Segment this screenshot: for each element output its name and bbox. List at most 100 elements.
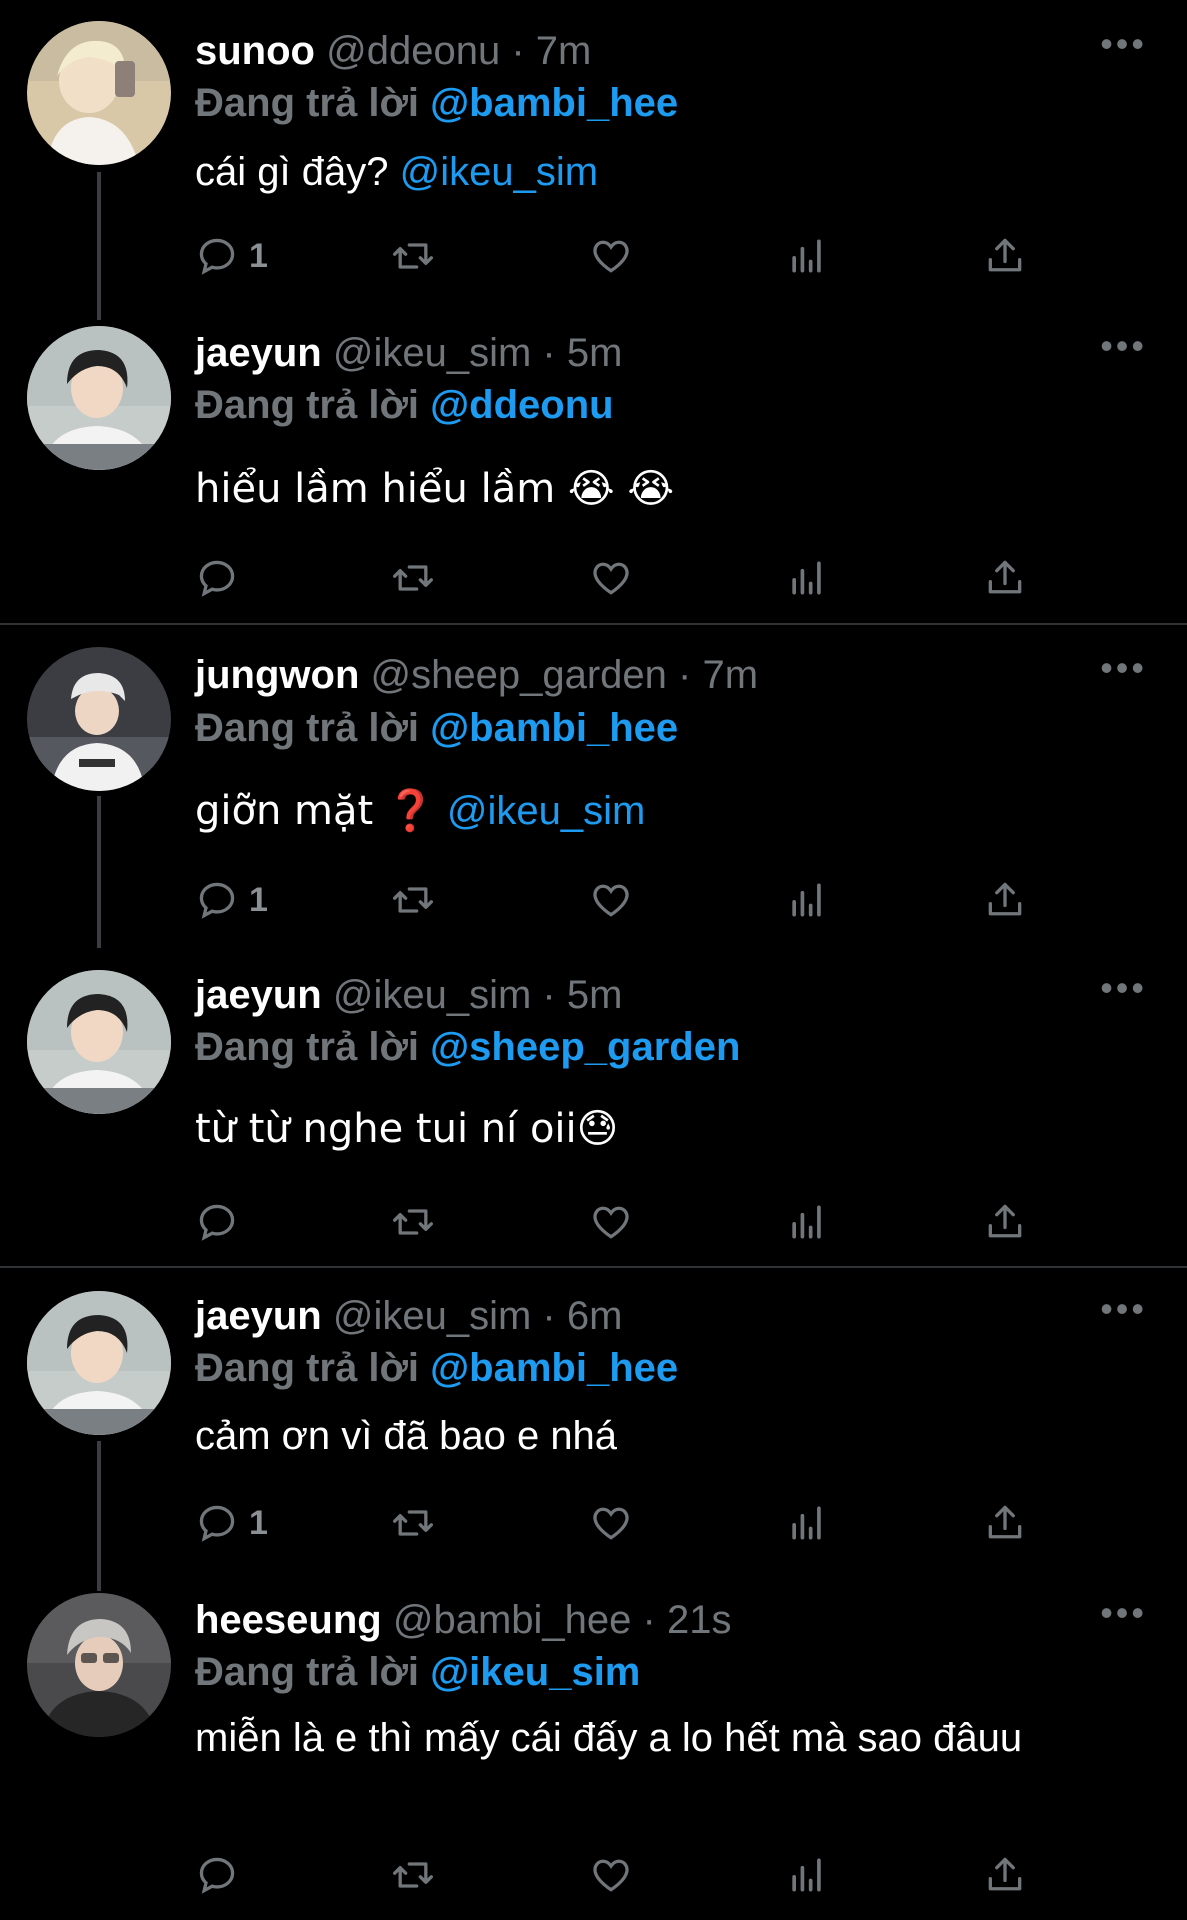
timestamp[interactable]: · 5m (542, 973, 622, 1017)
handle[interactable]: @ikeu_sim (333, 331, 531, 375)
reply-button[interactable] (195, 1849, 249, 1901)
timestamp[interactable]: · 6m (542, 1294, 622, 1338)
handle[interactable]: @ikeu_sim (333, 973, 531, 1017)
views-button[interactable] (785, 1497, 829, 1549)
like-button[interactable] (589, 230, 633, 282)
replying-to: Đang trả lời @sheep_garden (195, 1024, 740, 1070)
retweet-button[interactable] (391, 1497, 435, 1549)
heart-icon (589, 1853, 633, 1897)
avatar[interactable] (27, 1291, 171, 1435)
tweet[interactable]: jaeyun @ikeu_sim · 6m ••• Đang trả lời @… (0, 1269, 1187, 1591)
avatar[interactable] (27, 1593, 171, 1737)
views-button[interactable] (785, 1849, 829, 1901)
replying-to: Đang trả lời @bambi_hee (195, 705, 678, 751)
tweet-text: miễn là e thì mấy cái đấy a lo hết mà sa… (195, 1711, 1075, 1765)
display-name[interactable]: jaeyun (195, 1294, 322, 1338)
more-options-icon[interactable]: ••• (1100, 326, 1147, 366)
tweet-text-content: cái gì đây? (195, 150, 389, 194)
tweet[interactable]: jaeyun @ikeu_sim · 5m ••• Đang trả lời @… (0, 948, 1187, 1266)
replying-to: Đang trả lời @bambi_hee (195, 1345, 678, 1391)
replying-label: Đang trả lời (195, 706, 420, 750)
retweet-icon (391, 1200, 435, 1244)
avatar[interactable] (27, 21, 171, 165)
reply-button[interactable] (195, 1196, 249, 1248)
like-button[interactable] (589, 874, 633, 926)
tweet[interactable]: jungwon @sheep_garden · 7m ••• Đang trả … (0, 626, 1187, 948)
share-button[interactable] (983, 1849, 1027, 1901)
like-button[interactable] (589, 1196, 633, 1248)
retweet-button[interactable] (391, 874, 435, 926)
action-bar (195, 1849, 1055, 1901)
mention-link[interactable]: @bambi_hee (430, 1346, 678, 1390)
mention-link[interactable]: @ddeonu (430, 383, 613, 427)
handle[interactable]: @ddeonu (326, 29, 500, 73)
retweet-icon (391, 234, 435, 278)
retweet-button[interactable] (391, 1849, 435, 1901)
retweet-button[interactable] (391, 552, 435, 604)
timestamp[interactable]: · 7m (678, 653, 758, 697)
reply-button[interactable]: 1 (195, 230, 268, 282)
handle[interactable]: @ikeu_sim (333, 1294, 531, 1338)
display-name[interactable]: sunoo (195, 29, 315, 73)
reply-button[interactable]: 1 (195, 874, 268, 926)
more-options-icon[interactable]: ••• (1100, 968, 1147, 1008)
views-button[interactable] (785, 874, 829, 926)
display-name[interactable]: jungwon (195, 653, 359, 697)
share-icon (983, 1200, 1027, 1244)
avatar[interactable] (27, 326, 171, 470)
mention-link[interactable]: @sheep_garden (430, 1025, 740, 1069)
views-button[interactable] (785, 552, 829, 604)
tweet-text-content: cảm ơn vì đã bao e nhá (195, 1414, 618, 1458)
tweet[interactable]: sunoo @ddeonu · 7m ••• Đang trả lời @bam… (0, 0, 1187, 320)
retweet-icon (391, 1853, 435, 1897)
reply-count: 1 (249, 880, 268, 919)
views-button[interactable] (785, 230, 829, 282)
reply-icon (195, 1501, 239, 1545)
display-name[interactable]: jaeyun (195, 331, 322, 375)
reply-button[interactable] (195, 552, 249, 604)
tweet-text: cảm ơn vì đã bao e nhá (195, 1409, 1095, 1463)
timestamp[interactable]: · 7m (511, 29, 591, 73)
tweet[interactable]: heeseung @bambi_hee · 21s ••• Đang trả l… (0, 1591, 1187, 1920)
more-options-icon[interactable]: ••• (1100, 1289, 1147, 1329)
timestamp[interactable]: · 5m (542, 331, 622, 375)
mention-link[interactable]: @bambi_hee (430, 81, 678, 125)
share-icon (983, 878, 1027, 922)
avatar-photo-icon (27, 1291, 171, 1435)
share-button[interactable] (983, 552, 1027, 604)
mention-link[interactable]: @ikeu_sim (400, 150, 598, 194)
more-options-icon[interactable]: ••• (1100, 24, 1147, 64)
replying-label: Đang trả lời (195, 1346, 420, 1390)
tweet[interactable]: jaeyun @ikeu_sim · 5m ••• Đang trả lời @… (0, 306, 1187, 624)
views-button[interactable] (785, 1196, 829, 1248)
more-options-icon[interactable]: ••• (1100, 648, 1147, 688)
display-name[interactable]: heeseung (195, 1598, 382, 1642)
like-button[interactable] (589, 1849, 633, 1901)
share-button[interactable] (983, 874, 1027, 926)
mention-link[interactable]: @ikeu_sim (447, 789, 645, 833)
share-button[interactable] (983, 1196, 1027, 1248)
retweet-button[interactable] (391, 1196, 435, 1248)
mention-link[interactable]: @ikeu_sim (430, 1650, 640, 1694)
avatar[interactable] (27, 647, 171, 791)
timestamp[interactable]: · 21s (643, 1598, 732, 1642)
handle[interactable]: @sheep_garden (371, 653, 667, 697)
action-bar: 1 (195, 1497, 1055, 1549)
share-button[interactable] (983, 1497, 1027, 1549)
display-name[interactable]: jaeyun (195, 973, 322, 1017)
heart-icon (589, 1501, 633, 1545)
like-button[interactable] (589, 552, 633, 604)
action-bar: 1 (195, 230, 1055, 282)
share-icon (983, 556, 1027, 600)
handle[interactable]: @bambi_hee (393, 1598, 632, 1642)
retweet-button[interactable] (391, 230, 435, 282)
more-options-icon[interactable]: ••• (1100, 1593, 1147, 1633)
like-button[interactable] (589, 1497, 633, 1549)
reply-icon (195, 1853, 239, 1897)
avatar-photo-icon (27, 21, 171, 165)
reply-button[interactable]: 1 (195, 1497, 268, 1549)
share-button[interactable] (983, 230, 1027, 282)
mention-link[interactable]: @bambi_hee (430, 706, 678, 750)
avatar[interactable] (27, 970, 171, 1114)
replying-to: Đang trả lời @ddeonu (195, 382, 614, 428)
